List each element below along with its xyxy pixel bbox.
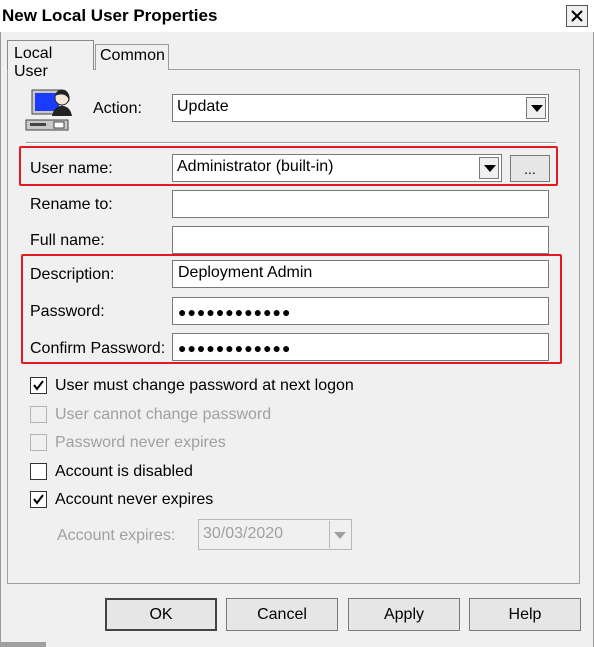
tab-local-user[interactable]: Local User (7, 40, 94, 80)
user-name-label: User name: (30, 160, 113, 177)
close-icon (571, 10, 583, 22)
user-name-dropdown[interactable]: Administrator (built-in) (172, 154, 502, 182)
checkbox-label-must-change-password: User must change password at next logon (55, 377, 354, 394)
checkbox-account-disabled[interactable] (30, 463, 47, 480)
apply-button[interactable]: Apply (348, 598, 460, 631)
password-field[interactable]: ●●●●●●●●●●●● (172, 297, 549, 325)
help-button[interactable]: Help (469, 598, 581, 631)
description-field[interactable]: Deployment Admin (172, 260, 549, 288)
title-bar: New Local User Properties (0, 0, 594, 32)
full-name-field[interactable] (172, 226, 549, 254)
password-label: Password: (30, 303, 105, 320)
edge-artifact (0, 642, 46, 647)
action-dropdown-button[interactable] (526, 97, 546, 119)
rename-to-label: Rename to: (30, 196, 113, 213)
chevron-down-icon (531, 105, 543, 112)
separator (26, 142, 556, 144)
description-label: Description: (30, 266, 115, 283)
checkbox-must-change-password[interactable] (30, 377, 47, 394)
rename-to-field[interactable] (172, 190, 549, 218)
action-dropdown[interactable]: Update (172, 94, 549, 122)
window-title: New Local User Properties (2, 6, 218, 25)
checkbox-account-never-expires[interactable] (30, 491, 47, 508)
checkbox-cannot-change-password (30, 406, 47, 423)
cancel-button[interactable]: Cancel (226, 598, 338, 631)
user-name-value: Administrator (built-in) (177, 158, 334, 175)
checkbox-label-password-never-expires: Password never expires (55, 434, 226, 451)
checkbox-label-account-never-expires: Account never expires (55, 491, 214, 508)
tab-common[interactable]: Common (95, 44, 169, 70)
chevron-down-icon (484, 165, 496, 172)
account-expires-value: 30/03/2020 (203, 525, 284, 542)
action-label: Action: (93, 100, 142, 117)
full-name-label: Full name: (30, 232, 105, 249)
action-value: Update (177, 98, 229, 115)
checkbox-password-never-expires (30, 434, 47, 451)
browse-user-button[interactable]: ... (510, 155, 550, 182)
account-expires-label: Account expires: (57, 527, 176, 544)
user-name-dropdown-button[interactable] (479, 157, 499, 179)
user-computer-icon (25, 89, 72, 131)
ok-button[interactable]: OK (105, 598, 217, 631)
confirm-password-label: Confirm Password: (30, 340, 166, 357)
check-icon (33, 494, 44, 505)
date-picker-button (329, 521, 349, 548)
close-button[interactable] (566, 5, 588, 27)
checkbox-label-account-disabled: Account is disabled (55, 463, 193, 480)
check-icon (33, 380, 44, 391)
account-expires-date-picker: 30/03/2020 (198, 519, 352, 550)
checkbox-label-cannot-change-password: User cannot change password (55, 406, 272, 423)
confirm-password-field[interactable]: ●●●●●●●●●●●● (172, 333, 549, 361)
chevron-down-icon (334, 532, 346, 539)
